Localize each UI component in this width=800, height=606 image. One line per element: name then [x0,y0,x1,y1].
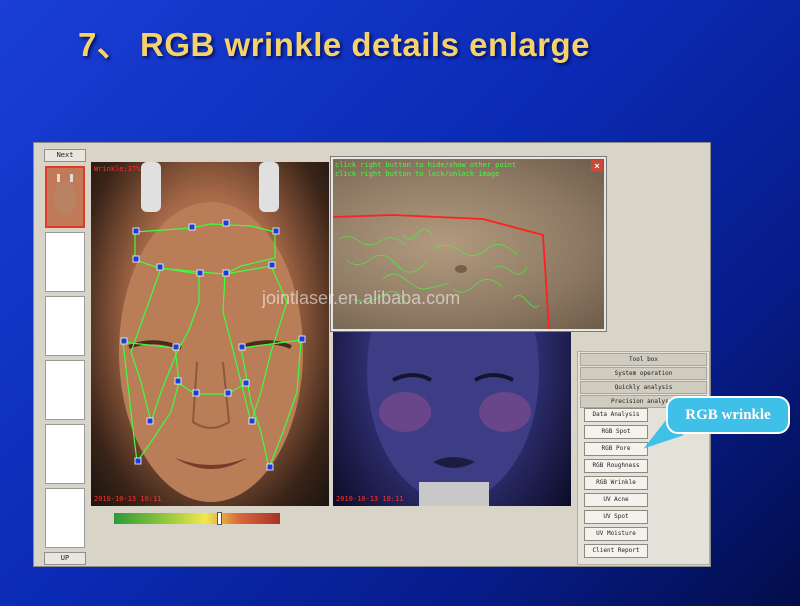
data-analysis-button[interactable]: Data Analysis [584,408,648,422]
wrinkle-color-scale [114,512,280,525]
toolbox-header[interactable]: Tool box [580,353,707,366]
wrinkle-percentage: Wrinkle:37% [94,165,141,173]
uv-moisture-button[interactable]: UV Moisture [584,527,648,541]
scale-marker [217,512,223,525]
next-button[interactable]: Next [44,149,86,162]
rgb-wrinkle-button[interactable]: RGB Wrinkle [584,476,648,490]
thumbnail-slot[interactable] [45,488,85,548]
wrinkle-overlay [120,219,306,471]
client-report-button[interactable]: Client Report [584,544,648,558]
uv-capture-timestamp: 2010-10-13 10:11 [336,495,404,503]
thumbnail-slot[interactable] [45,360,85,420]
thumbnail-slot[interactable] [45,424,85,484]
popup-hint-hide-show: click right button to hide/show other po… [335,161,517,169]
thumbnail-slot[interactable] [45,296,85,356]
up-button[interactable]: UP [44,552,86,565]
thumbnail-strip: Next UP [44,149,86,565]
toolbox-panel: Tool box System operation Quickly analys… [577,351,710,565]
quickly-analysis-tab[interactable]: Quickly analysis [580,381,707,394]
watermark: jointlaser.en.alibaba.com [262,288,461,308]
rgb-wrinkle-callout: RGB wrinkle [666,396,790,434]
capture-timestamp: 2010-10-13 10:11 [94,495,162,503]
slide-title: 7、 RGB wrinkle details enlarge [78,26,590,63]
rgb-face-image[interactable]: Wrinkle:37% 2010-10-13 10:11 [91,162,329,506]
popup-hint-lock-unlock: click right button to lock/unlock image [335,170,500,178]
uv-spot-button[interactable]: UV Spot [584,510,648,524]
close-button[interactable]: × [591,160,603,172]
thumbnail-slot[interactable] [45,232,85,292]
rgb-pore-button[interactable]: RGB Pore [584,442,648,456]
thumbnail-active[interactable] [45,166,85,228]
app-window: Next UP Wrinkle:37% 2010-10-13 10:11 201… [33,142,711,567]
system-operation-tab[interactable]: System operation [580,367,707,380]
rgb-roughness-button[interactable]: RGB Roughness [584,459,648,473]
thumbnail-face-image [53,174,77,215]
uv-acne-button[interactable]: UV Acne [584,493,648,507]
